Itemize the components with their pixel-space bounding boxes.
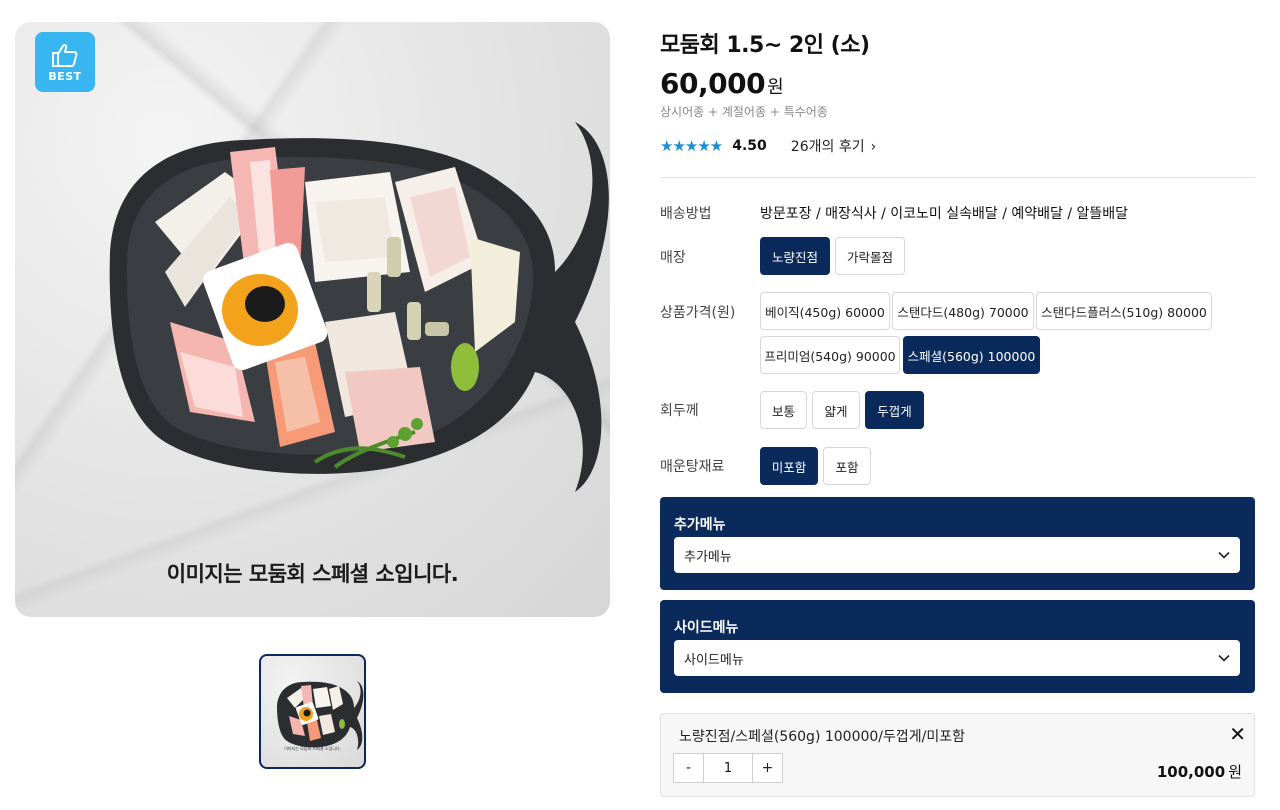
product-main-image: BEST 이미지는 모둠회 스페셜 소입니다. [15,22,610,617]
quantity-stepper: - 1 + [673,753,783,783]
chevron-down-icon [1218,654,1230,662]
product-title: 모둠회 1.5~ 2인 (소) [660,33,870,58]
store-option-noryangjin[interactable]: 노량진점 [760,237,830,275]
product-page: BEST 이미지는 모둠회 스페셜 소입니다. 이미지는 모둠회 스페셜 소입니… [0,0,1280,810]
star-rating-icon: ★★★★★ [660,137,723,155]
quantity-value[interactable]: 1 [704,754,752,782]
product-price: 60,000 원 [660,67,784,100]
thickness-option-thin[interactable]: 얇게 [812,391,860,429]
chevron-right-icon: › [870,139,877,155]
best-badge-label: BEST [48,69,82,83]
side-menu-select[interactable]: 사이드메뉴 [674,640,1240,676]
price-amount: 60,000 [660,67,766,100]
close-icon[interactable]: ✕ [1229,722,1246,746]
selected-item-box: 노량진점/스페셜(560g) 100000/두껍게/미포함 ✕ - 1 + 10… [660,713,1255,797]
chevron-down-icon [1218,551,1230,559]
addon-menu-select[interactable]: 추가메뉴 [674,537,1240,573]
price-unit: 원 [767,77,784,98]
stew-label: 매운탕재료 [660,459,725,475]
addon-menu-selected: 추가메뉴 [684,549,732,565]
rating-row: ★★★★★ 4.50 26개의 후기 › [660,136,876,156]
addon-menu-box: 추가메뉴 추가메뉴 [660,497,1255,590]
quantity-increase-button[interactable]: + [752,754,782,782]
addon-menu-title: 추가메뉴 [674,517,726,533]
best-badge: BEST [35,32,95,92]
reviews-link[interactable]: 26개의 후기 › [791,136,876,156]
store-option-garak[interactable]: 가락몰점 [835,237,905,275]
thumbs-up-icon [52,43,78,67]
delivery-methods: 방문포장 / 매장식사 / 이코노미 실속배달 / 예약배달 / 알뜰배달 [760,206,1129,222]
side-menu-selected: 사이드메뉴 [684,652,744,668]
price-option-basic[interactable]: 베이직(450g) 60000 [760,292,890,330]
side-menu-box: 사이드메뉴 사이드메뉴 [660,600,1255,693]
stew-option-excluded[interactable]: 미포함 [760,447,818,485]
price-option-standard-plus[interactable]: 스탠다드플러스(510g) 80000 [1036,292,1212,330]
price-option-label: 상품가격(원) [660,305,736,321]
selected-item-price: 100,000 원 [1157,761,1242,782]
stew-option-included[interactable]: 포함 [823,447,871,485]
side-menu-title: 사이드메뉴 [674,620,739,636]
selected-item-price-amount: 100,000 [1156,763,1226,781]
sashimi-platter-illustration [109,122,609,492]
rating-value: 4.50 [732,138,767,154]
selected-item-price-unit: 원 [1228,763,1242,781]
thumbnail-caption: 이미지는 모둠회 스페셜 소입니다. [284,746,341,751]
product-thumbnail[interactable]: 이미지는 모둠회 스페셜 소입니다. [259,654,366,769]
price-option-standard[interactable]: 스탠다드(480g) 70000 [892,292,1034,330]
selected-item-name: 노량진점/스페셜(560g) 100000/두껍게/미포함 [679,729,966,745]
quantity-decrease-button[interactable]: - [674,754,704,782]
divider [660,177,1255,178]
image-caption: 이미지는 모둠회 스페셜 소입니다. [166,562,459,586]
delivery-label: 배송방법 [660,206,712,222]
reviews-link-label: 26개의 후기 [790,139,865,155]
price-option-special[interactable]: 스페셜(560g) 100000 [903,336,1040,374]
thickness-label: 회두께 [660,403,699,419]
thickness-option-thick[interactable]: 두껍게 [865,391,924,429]
price-option-premium[interactable]: 프리미엄(540g) 90000 [760,336,900,374]
store-label: 매장 [660,250,686,266]
product-subtitle: 상시어종 + 계절어종 + 특수어종 [660,105,828,119]
thickness-option-normal[interactable]: 보통 [760,391,807,429]
